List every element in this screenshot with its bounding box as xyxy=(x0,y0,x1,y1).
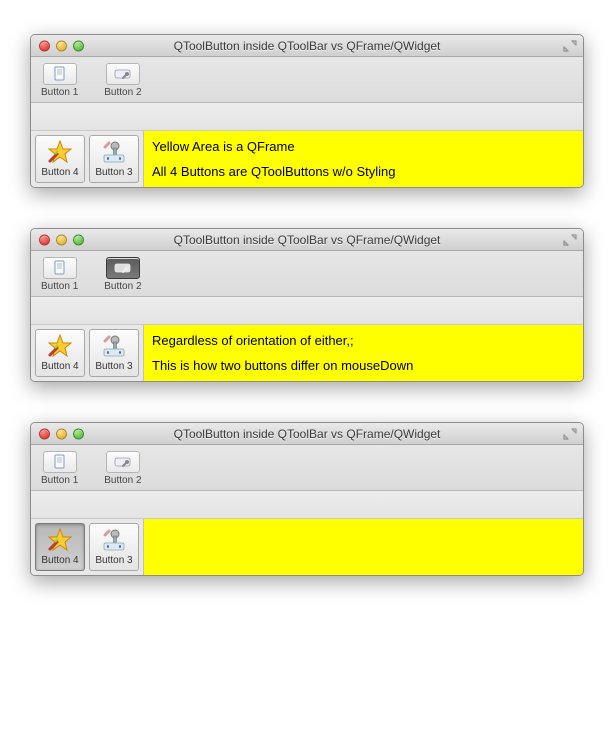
spacer xyxy=(31,103,583,131)
document-icon xyxy=(43,451,77,473)
frame-button-4[interactable]: Button 4 xyxy=(35,523,85,571)
frame-button-3[interactable]: Button 3 xyxy=(89,523,139,571)
titlebar[interactable]: QToolButton inside QToolBar vs QFrame/QW… xyxy=(31,229,583,251)
window-chrome: QToolButton inside QToolBar vs QFrame/QW… xyxy=(30,228,584,382)
frame-button-group: Button 4 Button 3 xyxy=(31,325,144,381)
window-chrome: QToolButton inside QToolBar vs QFrame/QW… xyxy=(30,34,584,188)
star-icon xyxy=(46,139,74,165)
zoom-icon[interactable] xyxy=(73,40,84,51)
frame-button-3-label: Button 3 xyxy=(95,167,132,178)
toolbar-button-2-label: Button 2 xyxy=(104,87,141,98)
yellow-text-line-1: Regardless of orientation of either,; xyxy=(152,333,575,348)
traffic-lights xyxy=(39,234,84,245)
window-title: QToolButton inside QToolBar vs QFrame/QW… xyxy=(37,427,577,441)
document-icon xyxy=(43,257,77,279)
window-2: QToolButton inside QToolBar vs QFrame/QW… xyxy=(30,228,584,382)
tools-icon xyxy=(100,333,128,359)
frame-button-4-label: Button 4 xyxy=(41,361,78,372)
yellow-qframe: Yellow Area is a QFrame All 4 Buttons ar… xyxy=(144,131,583,187)
toolbar-button-2-label: Button 2 xyxy=(104,475,141,486)
frame-button-3[interactable]: Button 3 xyxy=(89,329,139,377)
fullscreen-icon[interactable] xyxy=(563,234,577,246)
yellow-text-line-1: Yellow Area is a QFrame xyxy=(152,139,575,154)
spacer xyxy=(31,491,583,519)
yellow-qframe xyxy=(144,519,583,575)
fullscreen-icon[interactable] xyxy=(563,40,577,52)
fullscreen-icon[interactable] xyxy=(563,428,577,440)
yellow-qframe: Regardless of orientation of either,; Th… xyxy=(144,325,583,381)
qframe-row: Button 4 Button 3 xyxy=(31,519,583,575)
minimize-icon[interactable] xyxy=(56,234,67,245)
wrench-icon xyxy=(106,451,140,473)
toolbar-button-2[interactable]: Button 2 xyxy=(100,61,145,100)
frame-button-4-label: Button 4 xyxy=(41,167,78,178)
window-title: QToolButton inside QToolBar vs QFrame/QW… xyxy=(37,39,577,53)
frame-button-3[interactable]: Button 3 xyxy=(89,135,139,183)
toolbar-button-1[interactable]: Button 1 xyxy=(37,61,82,100)
traffic-lights xyxy=(39,40,84,51)
frame-button-4[interactable]: Button 4 xyxy=(35,135,85,183)
wrench-icon xyxy=(106,63,140,85)
close-icon[interactable] xyxy=(39,40,50,51)
toolbar: Button 1 Button 2 xyxy=(31,251,583,297)
titlebar[interactable]: QToolButton inside QToolBar vs QFrame/QW… xyxy=(31,35,583,57)
titlebar[interactable]: QToolButton inside QToolBar vs QFrame/QW… xyxy=(31,423,583,445)
window-chrome: QToolButton inside QToolBar vs QFrame/QW… xyxy=(30,422,584,576)
toolbar: Button 1 Button 2 xyxy=(31,57,583,103)
toolbar-button-1-label: Button 1 xyxy=(41,281,78,292)
toolbar-button-1[interactable]: Button 1 xyxy=(37,449,82,488)
zoom-icon[interactable] xyxy=(73,234,84,245)
toolbar-button-2[interactable]: Button 2 xyxy=(100,255,145,294)
frame-button-3-label: Button 3 xyxy=(95,361,132,372)
qframe-row: Button 4 Button 3 Yellow Area is a QFram… xyxy=(31,131,583,187)
qframe-row: Button 4 Button 3 Regardless of orientat… xyxy=(31,325,583,381)
document-icon xyxy=(43,63,77,85)
yellow-text-line-2: All 4 Buttons are QToolButtons w/o Styli… xyxy=(152,164,575,179)
toolbar-button-2[interactable]: Button 2 xyxy=(100,449,145,488)
frame-button-4-label: Button 4 xyxy=(41,555,78,566)
window-title: QToolButton inside QToolBar vs QFrame/QW… xyxy=(37,233,577,247)
zoom-icon[interactable] xyxy=(73,428,84,439)
traffic-lights xyxy=(39,428,84,439)
star-icon xyxy=(46,333,74,359)
window-1: QToolButton inside QToolBar vs QFrame/QW… xyxy=(30,34,584,188)
wrench-icon xyxy=(106,257,140,279)
tools-icon xyxy=(100,139,128,165)
frame-button-group: Button 4 Button 3 xyxy=(31,131,144,187)
tools-icon xyxy=(100,527,128,553)
toolbar-button-1-label: Button 1 xyxy=(41,87,78,98)
close-icon[interactable] xyxy=(39,234,50,245)
frame-button-4[interactable]: Button 4 xyxy=(35,329,85,377)
window-3: QToolButton inside QToolBar vs QFrame/QW… xyxy=(30,422,584,576)
toolbar: Button 1 Button 2 xyxy=(31,445,583,491)
spacer xyxy=(31,297,583,325)
toolbar-button-2-label: Button 2 xyxy=(104,281,141,292)
yellow-text-line-2: This is how two buttons differ on mouseD… xyxy=(152,358,575,373)
frame-button-3-label: Button 3 xyxy=(95,555,132,566)
close-icon[interactable] xyxy=(39,428,50,439)
frame-button-group: Button 4 Button 3 xyxy=(31,519,144,575)
minimize-icon[interactable] xyxy=(56,40,67,51)
minimize-icon[interactable] xyxy=(56,428,67,439)
toolbar-button-1-label: Button 1 xyxy=(41,475,78,486)
star-icon xyxy=(46,527,74,553)
toolbar-button-1[interactable]: Button 1 xyxy=(37,255,82,294)
